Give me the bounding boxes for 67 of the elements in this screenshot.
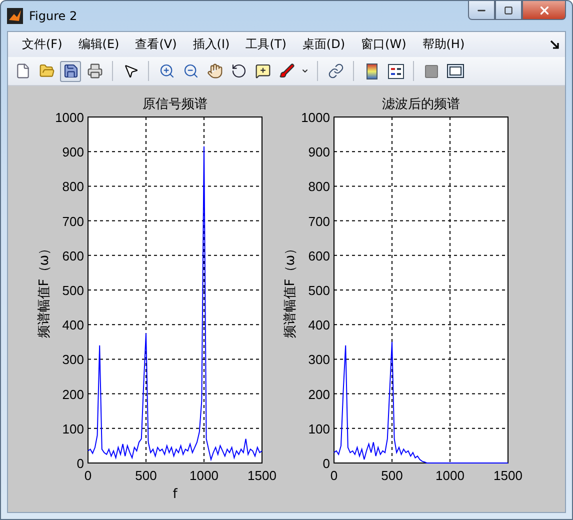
tick-label: 200 xyxy=(308,386,330,402)
note-plus-icon xyxy=(254,63,270,79)
tick-label: 900 xyxy=(62,144,84,160)
tick-label: 0 xyxy=(322,456,330,471)
maximize-button[interactable] xyxy=(495,1,522,20)
tick-label: 1500 xyxy=(494,468,522,483)
tick-label: 200 xyxy=(62,386,84,402)
axis-label: f xyxy=(172,487,178,502)
tick-label: 500 xyxy=(62,283,84,298)
menu-item[interactable]: 查看(V) xyxy=(127,34,185,55)
menu-item[interactable]: 编辑(E) xyxy=(70,34,128,55)
tick-label: 800 xyxy=(308,179,330,194)
tick-label: 700 xyxy=(308,214,330,229)
tick-label: 1500 xyxy=(248,468,276,483)
chart-title: 滤波后的频谱 xyxy=(382,97,460,112)
window-icon xyxy=(447,64,464,78)
minimize-button[interactable] xyxy=(468,1,495,20)
close-button[interactable] xyxy=(522,1,566,20)
zoom-out-icon xyxy=(182,63,198,79)
menu-item[interactable]: 窗口(W) xyxy=(353,34,414,55)
tick-label: 300 xyxy=(62,352,84,368)
tick-label: 600 xyxy=(62,248,84,264)
save-button[interactable] xyxy=(60,60,81,82)
tick-label: 800 xyxy=(62,179,84,194)
tick-label: 100 xyxy=(62,421,84,436)
axis-label: 频谱幅值F（ω） xyxy=(283,242,298,338)
tick-label: 700 xyxy=(62,214,84,229)
cursor-arrow-icon xyxy=(122,63,138,79)
menu-item[interactable]: 文件(F) xyxy=(14,34,70,55)
folder-icon xyxy=(38,63,54,79)
chart-title: 原信号频谱 xyxy=(142,97,208,112)
tick-label: 400 xyxy=(62,318,84,333)
menu-item[interactable]: 工具(T) xyxy=(238,34,294,55)
dock-arrow-icon[interactable] xyxy=(550,40,559,49)
maximize-icon xyxy=(504,6,513,14)
tick-label: 100 xyxy=(308,421,330,436)
app-icon xyxy=(7,8,23,24)
hand-icon xyxy=(206,63,222,79)
axis-label: 频谱幅值F（ω） xyxy=(37,242,52,338)
window-title: Figure 2 xyxy=(29,9,78,23)
tick-label: 500 xyxy=(381,468,403,483)
zoom-in-icon xyxy=(158,63,174,79)
square-icon xyxy=(425,64,438,78)
tick-label: 1000 xyxy=(55,110,84,125)
colorbar-icon xyxy=(366,62,378,80)
menu-item[interactable]: 帮助(H) xyxy=(414,34,473,55)
tick-label: 600 xyxy=(308,248,330,264)
tick-label: 1000 xyxy=(436,468,464,483)
tick-label: 400 xyxy=(308,318,330,333)
printer-icon xyxy=(86,63,102,79)
tick-label: 500 xyxy=(308,283,330,298)
tick-label: 1000 xyxy=(190,468,218,483)
tick-label: 0 xyxy=(84,468,92,483)
brush-icon xyxy=(278,63,294,79)
file-icon xyxy=(14,63,30,79)
tick-label: 900 xyxy=(308,144,330,160)
link-icon xyxy=(328,63,344,79)
rotate-icon xyxy=(230,63,246,79)
menu-item[interactable]: 桌面(D) xyxy=(294,34,354,55)
tick-label: 1000 xyxy=(301,110,330,125)
tick-label: 300 xyxy=(308,352,330,368)
legend-icon xyxy=(388,64,404,78)
tick-label: 0 xyxy=(330,468,338,483)
menu-item[interactable]: 插入(I) xyxy=(184,34,238,55)
tick-label: 0 xyxy=(76,456,84,471)
tick-label: 500 xyxy=(135,468,157,483)
close-icon xyxy=(538,4,550,16)
